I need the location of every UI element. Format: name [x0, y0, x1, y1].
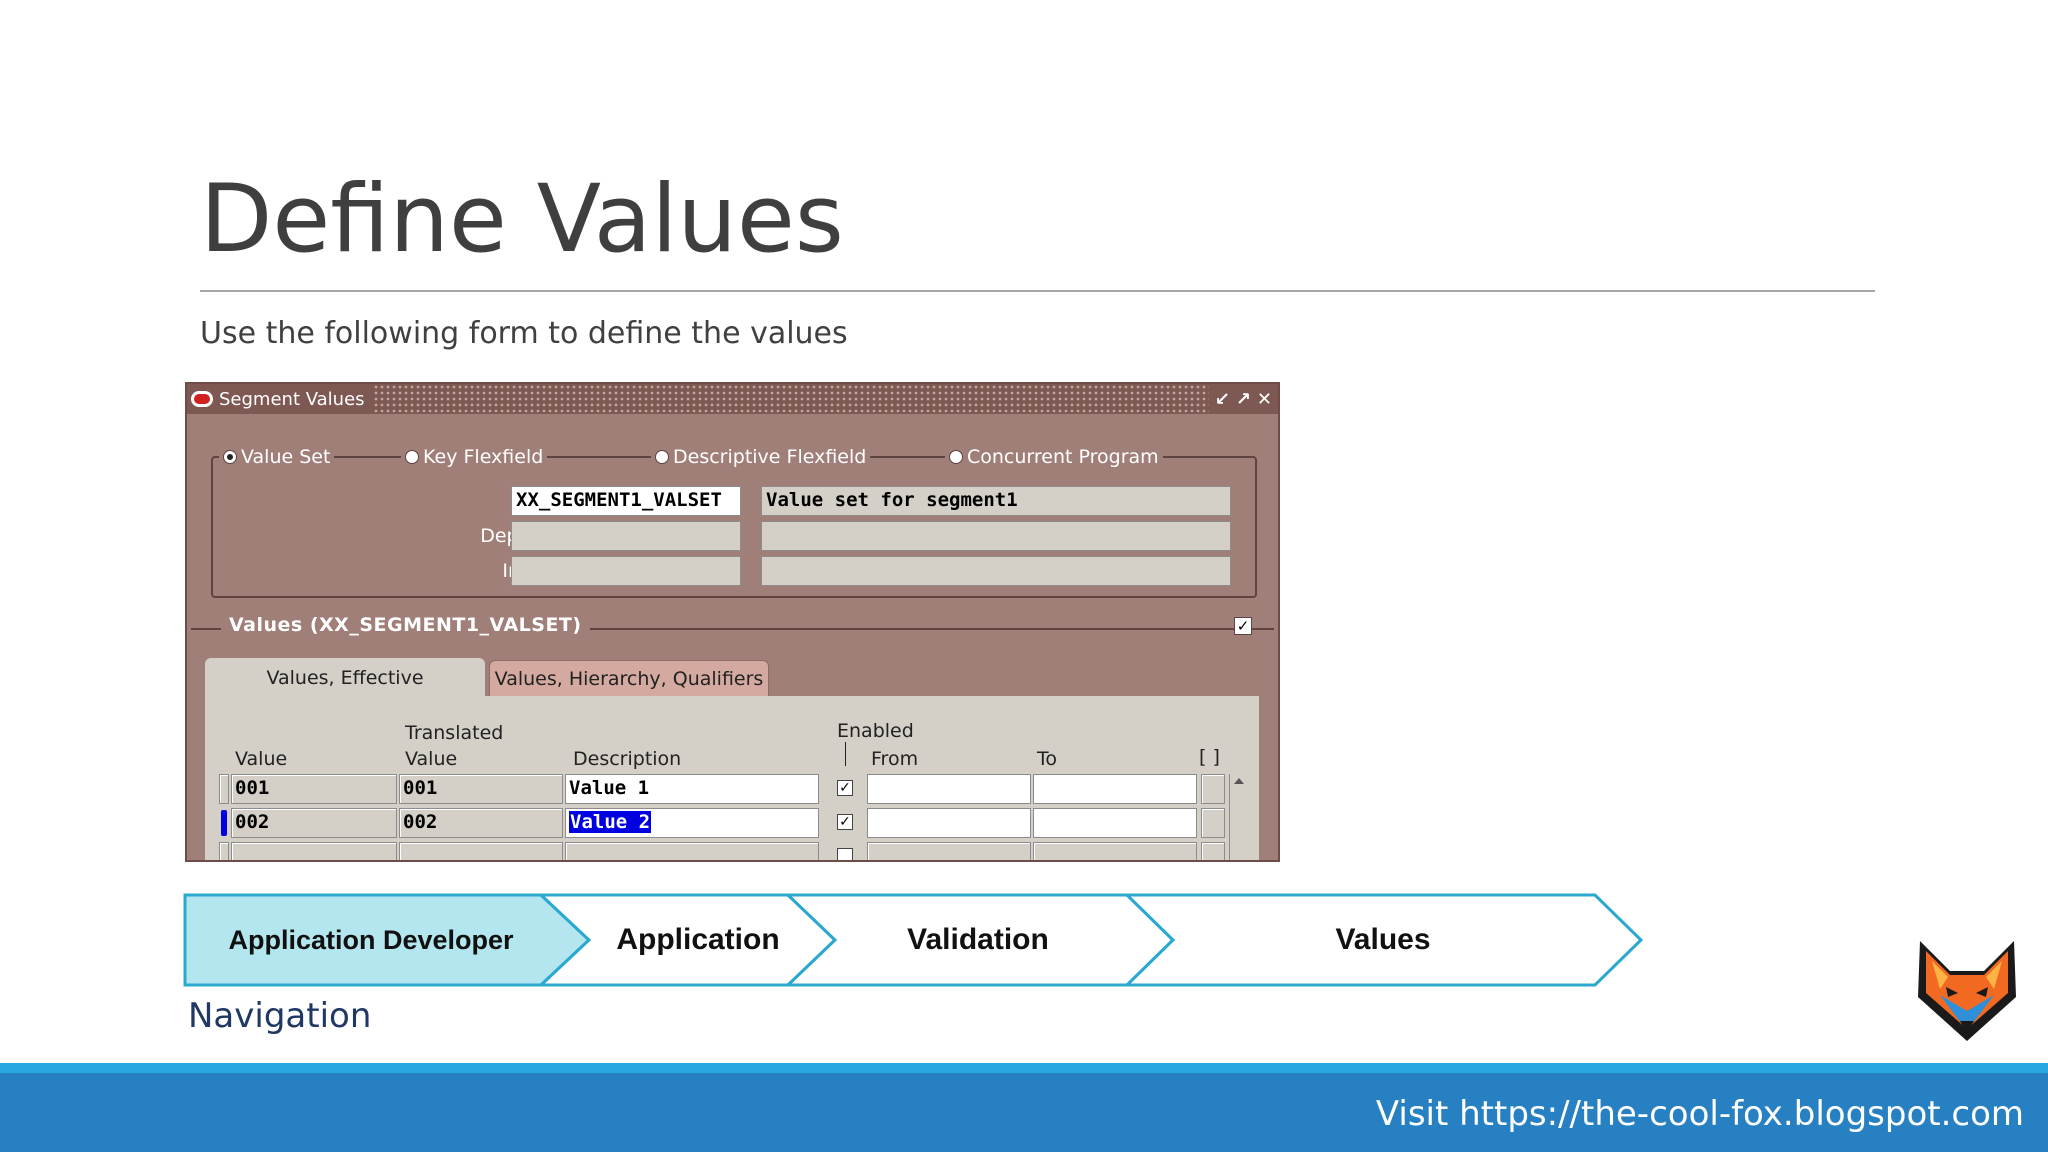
column-header-translated: Translated: [405, 722, 504, 744]
column-header-value: Value: [235, 748, 288, 770]
row-1-translated-value[interactable]: 001: [399, 774, 563, 804]
footer-link[interactable]: Visit https://the-cool-fox.blogspot.com: [1376, 1094, 2024, 1134]
row-3-value[interactable]: [231, 842, 397, 860]
row-2-dff[interactable]: [1201, 808, 1225, 838]
radio-icon: [949, 450, 963, 464]
window-titlebar[interactable]: Segment Values ↙ ↗ ✕: [187, 384, 1278, 414]
radio-icon: [655, 450, 669, 464]
vertical-scrollbar[interactable]: [1229, 774, 1247, 860]
window-title: Segment Values: [219, 388, 365, 410]
tab-values-effective[interactable]: Values, Effective: [205, 658, 485, 698]
column-header-from: From: [871, 748, 919, 770]
selected-text: Value 2: [569, 811, 652, 833]
navigation-label: Navigation: [188, 996, 372, 1036]
maximize-icon[interactable]: ↗: [1236, 389, 1251, 410]
dependent-description-field[interactable]: [761, 521, 1231, 551]
radio-concurrent-program[interactable]: Concurrent Program: [945, 446, 1163, 468]
row-2-description[interactable]: Value 2: [565, 808, 819, 838]
step-application-developer[interactable]: Application Developer: [191, 893, 551, 987]
page-title: Define Values: [200, 165, 844, 274]
radio-label: Key Flexfield: [423, 446, 544, 468]
fox-logo-icon: [1918, 941, 2016, 1041]
row-3-dff[interactable]: [1201, 842, 1225, 860]
title-divider: [200, 290, 1875, 292]
radio-icon: [405, 450, 419, 464]
close-icon[interactable]: ✕: [1257, 389, 1272, 410]
radio-label: Value Set: [241, 446, 331, 468]
independent-description-field[interactable]: [761, 556, 1231, 586]
radio-value-set[interactable]: Value Set: [219, 446, 335, 468]
column-header-enabled: Enabled: [837, 720, 914, 742]
radio-key-flexfield[interactable]: Key Flexfield: [401, 446, 548, 468]
row-2-to[interactable]: [1033, 808, 1197, 838]
radio-label: Concurrent Program: [967, 446, 1159, 468]
checkmark-icon[interactable]: ✓: [1234, 617, 1252, 635]
independent-value-field[interactable]: [511, 556, 741, 586]
row-2-value[interactable]: 002: [231, 808, 397, 838]
minimize-icon[interactable]: ↙: [1215, 389, 1230, 410]
row-3-enabled-checkbox[interactable]: [837, 848, 853, 860]
row-1-value[interactable]: 001: [231, 774, 397, 804]
row-1-to[interactable]: [1033, 774, 1197, 804]
row-3-translated-value[interactable]: [399, 842, 563, 860]
row-1-from[interactable]: [867, 774, 1031, 804]
navigation-breadcrumb: Application Developer Application Valida…: [183, 893, 1643, 987]
name-field[interactable]: XX_SEGMENT1_VALSET: [511, 486, 741, 516]
dependent-value-set-field[interactable]: [511, 521, 741, 551]
column-header-translated-value: Value: [405, 748, 458, 770]
row-1-description[interactable]: Value 1: [565, 774, 819, 804]
row-2-enabled-checkbox[interactable]: ✓: [837, 814, 853, 830]
oracle-logo-icon: [191, 391, 213, 407]
row-selector[interactable]: [219, 774, 229, 804]
row-1-enabled-checkbox[interactable]: ✓: [837, 780, 853, 796]
row-selector[interactable]: [219, 842, 229, 860]
scroll-up-icon[interactable]: [1233, 778, 1244, 784]
current-row-indicator: [221, 810, 227, 836]
values-section-title: Values (XX_SEGMENT1_VALSET): [221, 614, 590, 636]
row-2-translated-value[interactable]: 002: [399, 808, 563, 838]
column-header-to: To: [1037, 748, 1058, 770]
tab-values-hierarchy-qualifiers[interactable]: Values, Hierarchy, Qualifiers: [489, 660, 769, 696]
row-1-dff[interactable]: [1201, 774, 1225, 804]
row-3-to[interactable]: [1033, 842, 1197, 860]
radio-label: Descriptive Flexfield: [673, 446, 867, 468]
footer-accent-line: [0, 1063, 2048, 1073]
radio-descriptive-flexfield[interactable]: Descriptive Flexfield: [651, 446, 871, 468]
segment-values-window: Segment Values ↙ ↗ ✕ Value Set Key Flexf…: [185, 382, 1280, 862]
step-values[interactable]: Values: [1173, 893, 1593, 987]
step-application[interactable]: Application: [583, 893, 813, 987]
page-subtitle: Use the following form to define the val…: [200, 316, 848, 351]
row-3-description[interactable]: [565, 842, 819, 860]
radio-selected-icon: [223, 450, 237, 464]
column-header-description: Description: [573, 748, 682, 770]
column-header-bracket: [ ]: [1199, 746, 1220, 768]
step-validation[interactable]: Validation: [833, 893, 1123, 987]
row-2-from[interactable]: [867, 808, 1031, 838]
name-description-field[interactable]: Value set for segment1: [761, 486, 1231, 516]
enabled-divider: [845, 742, 846, 766]
row-3-from[interactable]: [867, 842, 1031, 860]
